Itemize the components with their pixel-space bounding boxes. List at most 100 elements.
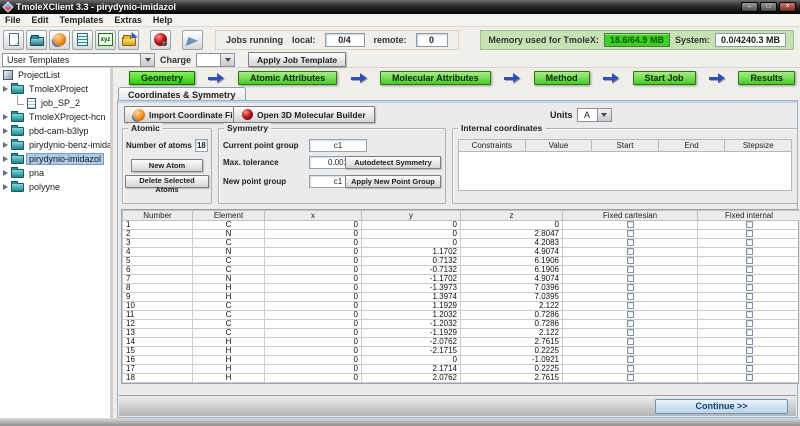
fixed-internal-checkbox[interactable] [746, 311, 753, 318]
table-row[interactable]: 9H01.39747.0395 [123, 293, 800, 302]
internal-coordinates-body[interactable] [458, 152, 792, 191]
table-row[interactable]: 17H02.17140.2225 [123, 365, 800, 374]
tree-item-pbd-cam-b3lyp[interactable]: pbd-cam-b3lyp [0, 124, 110, 138]
column-header-z[interactable]: z [461, 211, 563, 221]
tree-item-pirydynio-benz-imidazol[interactable]: pirydynio-benz-imidazol [0, 138, 110, 152]
fixed-cartesian-checkbox[interactable] [627, 302, 634, 309]
column-header-element[interactable]: Element [193, 211, 265, 221]
tree-item-tmolexproject[interactable]: TmoleXProject [0, 82, 110, 96]
tab-coordinates-symmetry[interactable]: Coordinates & Symmetry [118, 87, 246, 101]
continue-button[interactable]: Continue >> [655, 399, 788, 414]
units-dropdown[interactable]: A [577, 108, 612, 122]
user-templates-value[interactable]: User Templates [2, 53, 140, 67]
open-3d-builder-button[interactable]: Open 3D Molecular Builder [233, 106, 375, 123]
fixed-internal-checkbox[interactable] [746, 302, 753, 309]
charge-value[interactable] [196, 53, 220, 67]
tree-item-polyyne[interactable]: polyyne [0, 180, 110, 194]
internal-column-start[interactable]: Start [592, 139, 659, 152]
fixed-cartesian-checkbox[interactable] [627, 338, 634, 345]
fixed-cartesian-checkbox[interactable] [627, 230, 634, 237]
fixed-internal-checkbox[interactable] [746, 230, 753, 237]
expand-icon[interactable] [3, 86, 8, 92]
fixed-cartesian-checkbox[interactable] [627, 257, 634, 264]
fixed-cartesian-checkbox[interactable] [627, 320, 634, 327]
units-value[interactable]: A [577, 108, 597, 122]
expand-icon[interactable] [3, 128, 8, 134]
fixed-cartesian-checkbox[interactable] [627, 365, 634, 372]
tree-item-pirydynio-imidazol[interactable]: pirydynio-imidazol [0, 152, 110, 166]
units-dropdown-button[interactable] [597, 108, 612, 122]
workflow-step-atomic-attributes[interactable]: Atomic Attributes [238, 71, 337, 85]
fixed-cartesian-checkbox[interactable] [627, 293, 634, 300]
user-templates-dropdown[interactable]: User Templates [2, 53, 155, 67]
fixed-internal-checkbox[interactable] [746, 275, 753, 282]
column-header-x[interactable]: x [265, 211, 362, 221]
tree-item-pna[interactable]: pna [0, 166, 110, 180]
new-file-icon-button[interactable] [3, 30, 24, 50]
table-row[interactable]: 16H00-1.0921 [123, 356, 800, 365]
expand-icon[interactable] [3, 170, 8, 176]
new-atom-button[interactable]: New Atom [131, 159, 203, 172]
fixed-cartesian-checkbox[interactable] [627, 284, 634, 291]
fixed-cartesian-checkbox[interactable] [627, 374, 634, 381]
close-button[interactable]: × [779, 2, 796, 12]
workflow-step-geometry[interactable]: Geometry [129, 71, 195, 85]
workflow-step-method[interactable]: Method [534, 71, 590, 85]
table-row[interactable]: 12C0-1.20320.7286 [123, 320, 800, 329]
molecule-builder-icon-button[interactable] [182, 30, 203, 50]
table-row[interactable]: 14H0-2.07622.7615 [123, 338, 800, 347]
charge-dropdown-button[interactable] [220, 53, 235, 67]
column-header-fixed-cartesian[interactable]: Fixed cartesian [563, 211, 698, 221]
delete-selected-atoms-button[interactable]: Delete Selected Atoms [125, 175, 209, 188]
fixed-internal-checkbox[interactable] [746, 284, 753, 291]
table-row[interactable]: 4N01.17024.9074 [123, 248, 800, 257]
maximize-button[interactable]: □ [760, 2, 777, 12]
fixed-cartesian-checkbox[interactable] [627, 248, 634, 255]
fixed-cartesian-checkbox[interactable] [627, 329, 634, 336]
menu-extras[interactable]: Extras [114, 15, 142, 25]
menu-help[interactable]: Help [153, 15, 173, 25]
fixed-internal-checkbox[interactable] [746, 329, 753, 336]
fixed-cartesian-checkbox[interactable] [627, 221, 634, 228]
minimize-button[interactable]: – [741, 2, 758, 12]
title-bar[interactable]: TmoleXClient 3.3 - pirydynio-imidazol –□… [0, 0, 800, 14]
table-row[interactable]: 15H0-2.17150.2225 [123, 347, 800, 356]
workflow-step-start-job[interactable]: Start Job [633, 71, 696, 85]
table-row[interactable]: 8H0-1.39737.0396 [123, 284, 800, 293]
fixed-internal-checkbox[interactable] [746, 338, 753, 345]
expand-icon[interactable] [3, 184, 8, 190]
fixed-cartesian-checkbox[interactable] [627, 347, 634, 354]
expand-icon[interactable] [3, 114, 8, 120]
expand-icon[interactable] [3, 156, 8, 162]
open-project-icon-button[interactable] [118, 30, 139, 50]
fixed-cartesian-checkbox[interactable] [627, 275, 634, 282]
fixed-internal-checkbox[interactable] [746, 365, 753, 372]
fixed-internal-checkbox[interactable] [746, 356, 753, 363]
menu-edit[interactable]: Edit [32, 15, 49, 25]
table-row[interactable]: 11C01.20320.7286 [123, 311, 800, 320]
editor-icon-button[interactable] [72, 30, 93, 50]
fixed-internal-checkbox[interactable] [746, 293, 753, 300]
autodetect-symmetry-button[interactable]: Autodetect Symmetry [345, 156, 441, 169]
column-header-y[interactable]: y [362, 211, 461, 221]
fixed-internal-checkbox[interactable] [746, 248, 753, 255]
fixed-internal-checkbox[interactable] [746, 239, 753, 246]
column-header-fixed-internal[interactable]: Fixed internal [698, 211, 800, 221]
import-coordinate-file-button[interactable]: Import Coordinate File [124, 106, 249, 123]
internal-column-value[interactable]: Value [526, 139, 593, 152]
fixed-internal-checkbox[interactable] [746, 320, 753, 327]
fixed-cartesian-checkbox[interactable] [627, 356, 634, 363]
table-row[interactable]: 3C004.2083 [123, 239, 800, 248]
internal-column-constraints[interactable]: Constraints [458, 139, 526, 152]
internal-column-end[interactable]: End [659, 139, 726, 152]
import-molecule-icon-button[interactable] [49, 30, 70, 50]
charge-dropdown[interactable] [196, 53, 235, 67]
tree-root-projectlist[interactable]: ProjectList [0, 68, 110, 82]
user-templates-dropdown-button[interactable] [140, 53, 155, 67]
apply-job-template-button[interactable]: Apply Job Template [248, 52, 346, 67]
fixed-internal-checkbox[interactable] [746, 221, 753, 228]
expand-icon[interactable] [3, 142, 8, 148]
tree-item-job-sp-2[interactable]: job_SP_2 [0, 96, 110, 110]
fixed-cartesian-checkbox[interactable] [627, 266, 634, 273]
workflow-step-molecular-attributes[interactable]: Molecular Attributes [380, 71, 491, 85]
